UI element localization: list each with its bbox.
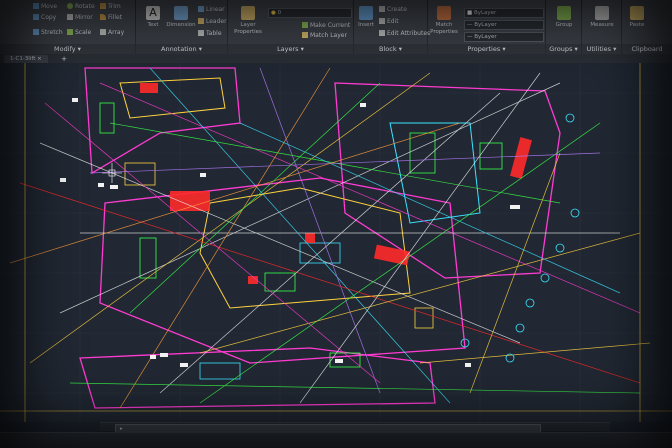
rotate-button[interactable]: Rotate (67, 3, 95, 11)
linetype-dropdown[interactable]: — ByLayer (464, 20, 544, 30)
ribbon: Move Rotate Trim Copy Mirror Fillet Stre… (0, 0, 672, 55)
building-block-bottom (79, 347, 436, 409)
paste-button[interactable]: Paste (626, 6, 648, 29)
cad-drawing (0, 63, 672, 422)
move-button[interactable]: Move (33, 3, 57, 11)
close-icon[interactable]: × (37, 56, 42, 62)
autocad-window: Move Rotate Trim Copy Mirror Fillet Stre… (0, 0, 672, 448)
grid-lines (0, 63, 672, 422)
match-properties-icon (437, 6, 451, 20)
copy-icon (33, 14, 39, 20)
leader-button[interactable]: Leader (198, 18, 227, 26)
groups-panel-title[interactable]: Groups ▾ (546, 44, 581, 54)
create-block-button[interactable]: Create (379, 6, 407, 14)
move-icon (33, 3, 39, 9)
dimension-icon (174, 6, 188, 20)
building-block-center (99, 177, 466, 364)
layers-panel: Layer Properties ● 0 Make Current Match … (228, 0, 354, 54)
status-bar (0, 432, 672, 448)
trim-button[interactable]: Trim (100, 3, 121, 11)
border-lines (0, 63, 672, 422)
scale-icon (67, 29, 73, 35)
create-block-icon (379, 6, 385, 12)
annotation-panel-title[interactable]: Annotation ▾ (136, 44, 227, 54)
annotation-panel: A Text Dimension Linear Leader Table Anno… (136, 0, 228, 54)
utilities-panel: Measure Utilities ▾ (582, 0, 622, 54)
mirror-icon (67, 14, 73, 20)
properties-panel-title[interactable]: Properties ▾ (428, 44, 545, 54)
utilities-panel-title[interactable]: Utilities ▾ (582, 44, 621, 54)
modify-panel-title[interactable]: Modify ▾ (0, 44, 135, 54)
leader-icon (198, 18, 204, 24)
properties-panel: Match Properties ■ ByLayer — ByLayer — B… (428, 0, 546, 54)
text-icon: A (146, 6, 160, 20)
layer-properties-button[interactable]: Layer Properties (232, 6, 264, 36)
mirror-button[interactable]: Mirror (67, 14, 93, 22)
table-button[interactable]: Table (198, 30, 222, 38)
layer-stack-icon (241, 6, 255, 20)
make-current-button[interactable]: Make Current (302, 22, 350, 30)
fillet-icon (100, 14, 106, 20)
make-current-icon (302, 22, 308, 28)
insert-block-icon (359, 6, 373, 20)
trim-icon (100, 3, 106, 9)
text-button[interactable]: A Text (142, 6, 164, 29)
edit-attributes-icon (379, 30, 385, 36)
drawing-canvas[interactable] (0, 63, 672, 422)
match-layer-icon (302, 32, 308, 38)
copy-button[interactable]: Copy (33, 14, 56, 22)
linear-dimension-icon (198, 6, 204, 12)
array-icon (100, 29, 106, 35)
fillet-button[interactable]: Fillet (100, 14, 122, 22)
edit-block-icon (379, 18, 385, 24)
array-button[interactable]: Array (100, 29, 124, 37)
insert-button[interactable]: Insert (356, 6, 376, 29)
color-dropdown[interactable]: ■ ByLayer (464, 8, 544, 18)
scale-button[interactable]: Scale (67, 29, 91, 37)
tab-drawing[interactable]: 1-C1-3lift × (4, 55, 48, 63)
clipboard-panel-title[interactable]: Clipboard (622, 44, 672, 54)
stretch-button[interactable]: Stretch (33, 29, 63, 37)
current-layer-dropdown[interactable]: ● 0 (268, 8, 352, 18)
dimension-button[interactable]: Dimension (166, 6, 196, 29)
building-block-upper-left (84, 67, 241, 175)
clipboard-icon (630, 6, 644, 20)
group-icon (557, 6, 571, 20)
rotate-icon (67, 3, 73, 9)
measure-button[interactable]: Measure (585, 6, 619, 29)
edit-attributes-button[interactable]: Edit Attributes (379, 30, 430, 38)
new-tab-button[interactable]: + (60, 55, 68, 63)
match-layer-button[interactable]: Match Layer (302, 32, 347, 40)
clipboard-panel: Paste Clipboard (622, 0, 672, 54)
table-icon (198, 30, 204, 36)
lineweight-dropdown[interactable]: — ByLayer (464, 32, 544, 42)
stretch-icon (33, 29, 39, 35)
groups-panel: Group Groups ▾ (546, 0, 582, 54)
ruler-icon (595, 6, 609, 20)
color-swatch-icon: ■ (467, 10, 474, 16)
edit-block-button[interactable]: Edit (379, 18, 399, 26)
block-panel-title[interactable]: Block ▾ (354, 44, 427, 54)
group-button[interactable]: Group (549, 6, 579, 29)
block-panel: Insert Create Edit Edit Attributes Block… (354, 0, 430, 54)
modify-panel: Move Rotate Trim Copy Mirror Fillet Stre… (0, 0, 136, 54)
linear-button[interactable]: Linear (198, 6, 225, 14)
layers-panel-title[interactable]: Layers ▾ (228, 44, 353, 54)
match-properties-button[interactable]: Match Properties (430, 6, 458, 36)
